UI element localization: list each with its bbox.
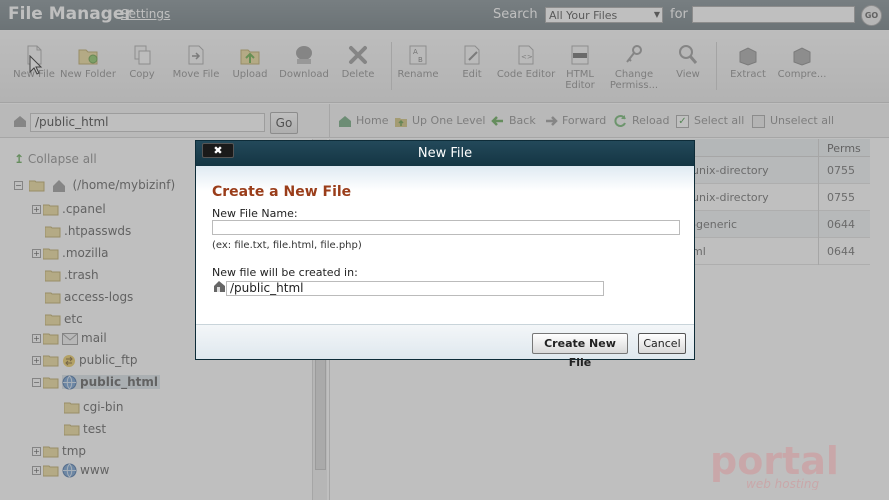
dialog-title-bar: New File ✖ <box>196 141 694 166</box>
dialog-footer: Create New File Cancel <box>196 324 694 369</box>
new-file-dialog: New File ✖ Create a New File New File Na… <box>195 140 695 369</box>
logo-subtitle: web hosting <box>746 477 819 490</box>
location-input[interactable]: /public_html <box>226 281 604 296</box>
close-icon: ✖ <box>213 144 223 157</box>
dialog-title: New File <box>417 146 473 161</box>
dialog-heading: Create a New File <box>212 184 352 200</box>
file-name-hint: (ex: file.txt, file.html, file.php) <box>212 240 362 251</box>
dialog-body: Create a New File New File Name: (ex: fi… <box>196 166 694 324</box>
cancel-button[interactable]: Cancel <box>638 333 686 354</box>
location-label: New file will be created in: <box>212 266 358 279</box>
file-name-label: New File Name: <box>212 207 298 220</box>
create-new-file-button[interactable]: Create New File <box>532 333 628 369</box>
home-icon <box>214 281 225 292</box>
close-button[interactable]: ✖ <box>202 143 234 158</box>
portal-logo: portal web hosting <box>710 439 839 490</box>
file-name-input[interactable] <box>212 220 680 235</box>
